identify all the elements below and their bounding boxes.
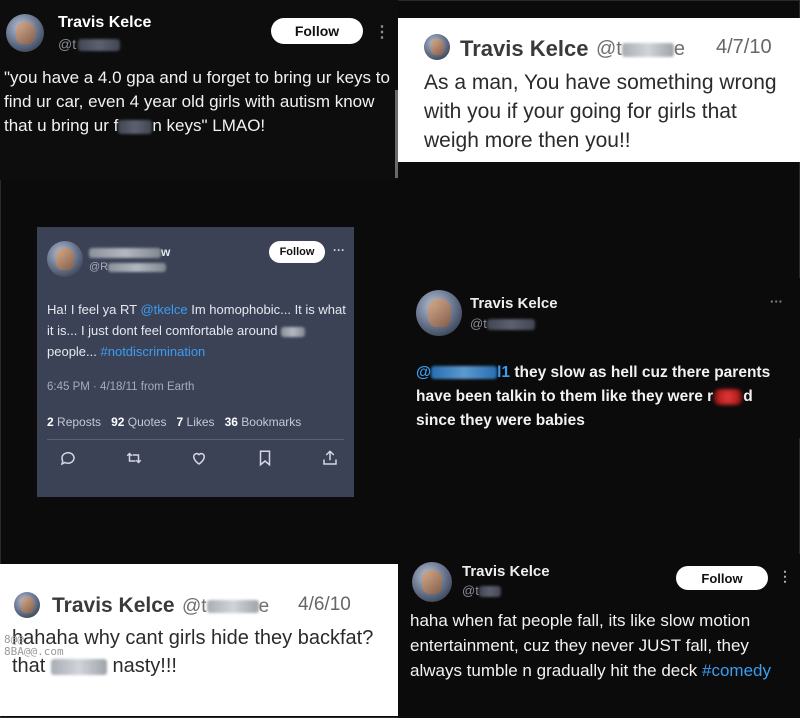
redacted-word: [118, 119, 153, 134]
author-name[interactable]: Travis Kelce: [52, 594, 175, 618]
tweet-panel-top-right: Travis Kelce @t e 4/7/10 As a man, You ha…: [398, 18, 800, 162]
author-handle[interactable]: @t: [462, 583, 501, 598]
tweet-date: 4/6/10: [298, 594, 351, 615]
redacted-word: [713, 388, 744, 405]
follow-button[interactable]: Follow: [271, 18, 363, 44]
author-handle[interactable]: @t: [470, 316, 535, 331]
redacted-handle: [486, 319, 535, 331]
tweet-panel-middle-right: Travis Kelce @t ··· @ l1 they slow as hel…: [398, 278, 800, 438]
divider: [47, 439, 344, 440]
share-icon[interactable]: [321, 449, 339, 467]
mention-link[interactable]: @ l1: [416, 364, 510, 381]
tweet-panel-bottom-right: Travis Kelce @t Follow ⋮ haha when fat p…: [398, 554, 800, 718]
tweet-panel-bottom-left: Travis Kelce @t e 4/6/10 hahaha why cant …: [0, 564, 398, 716]
stat-quotes[interactable]: 92 Quotes: [111, 415, 166, 429]
stat-bookmarks[interactable]: 36 Bookmarks: [225, 415, 302, 429]
tweet-card-center: w @R Follow ··· Ha! I feel ya RT @tkelce…: [37, 227, 354, 497]
avatar[interactable]: [424, 34, 450, 60]
tweet-date: 4/7/10: [716, 36, 772, 58]
reply-icon[interactable]: [59, 449, 77, 467]
tweet-text: As a man, You have something wrong with …: [424, 71, 777, 152]
action-bar: [59, 449, 339, 467]
more-options-icon[interactable]: ⋮: [778, 568, 792, 585]
avatar[interactable]: [412, 562, 452, 602]
bookmark-icon[interactable]: [256, 449, 274, 467]
author-name[interactable]: Travis Kelce: [460, 36, 588, 62]
stat-reposts[interactable]: 2 Reposts: [47, 415, 101, 429]
more-options-icon[interactable]: ⋮: [374, 22, 390, 42]
tweet-timestamp[interactable]: 6:45 PM · 4/18/11 from Earth: [47, 381, 194, 393]
more-options-icon[interactable]: ···: [333, 243, 345, 257]
author-handle[interactable]: @t: [58, 36, 121, 52]
repost-icon[interactable]: [125, 449, 143, 467]
watermark: 8@@ 8BA@@.com: [4, 633, 64, 658]
hashtag-link[interactable]: #notdiscrimination: [101, 344, 206, 359]
redacted-handle: [78, 39, 121, 52]
redacted-handle: [621, 42, 674, 57]
follow-button[interactable]: Follow: [269, 241, 325, 263]
stat-likes[interactable]: 7 Likes: [177, 415, 215, 429]
redacted-handle: [108, 262, 167, 272]
author-handle[interactable]: @R: [89, 261, 167, 273]
author-name[interactable]: Travis Kelce: [58, 14, 151, 32]
tweet-text: hahaha why cant girls hide they backfat?…: [12, 627, 374, 677]
author-name[interactable]: Travis Kelce: [470, 295, 558, 312]
redacted-name: [89, 247, 161, 258]
author-name[interactable]: w: [89, 245, 170, 259]
follow-button[interactable]: Follow: [676, 566, 768, 590]
avatar[interactable]: [14, 592, 40, 618]
hashtag-link[interactable]: #comedy: [702, 661, 771, 680]
author-handle[interactable]: @t e: [182, 596, 269, 618]
tweet-panel-top-left: Travis Kelce @t Follow ⋮ "you have a 4.0…: [0, 0, 398, 180]
engagement-stats: 2 Reposts 92 Quotes 7 Likes 36 Bookmarks: [47, 415, 301, 429]
redacted-handle: [478, 586, 501, 598]
tweet-text: Ha! I feel ya RT @tkelce Im homophobic..…: [47, 302, 346, 359]
tweet-text: haha when fat people fall, its like slow…: [410, 611, 771, 680]
redacted-word: [281, 326, 306, 337]
like-icon[interactable]: [190, 449, 208, 467]
tweet-text: "you have a 4.0 gpa and u forget to brin…: [4, 68, 390, 135]
avatar[interactable]: [6, 14, 44, 52]
author-handle[interactable]: @t e: [596, 38, 685, 61]
tweet-text: @ l1 they slow as hell cuz there parents …: [416, 364, 771, 429]
mention-link[interactable]: @tkelce: [140, 302, 187, 317]
avatar[interactable]: [416, 290, 462, 336]
redacted-word: [50, 658, 107, 675]
avatar[interactable]: [47, 241, 83, 277]
more-options-icon[interactable]: ···: [770, 294, 783, 309]
redacted-handle: [206, 600, 259, 614]
author-name[interactable]: Travis Kelce: [462, 563, 550, 580]
